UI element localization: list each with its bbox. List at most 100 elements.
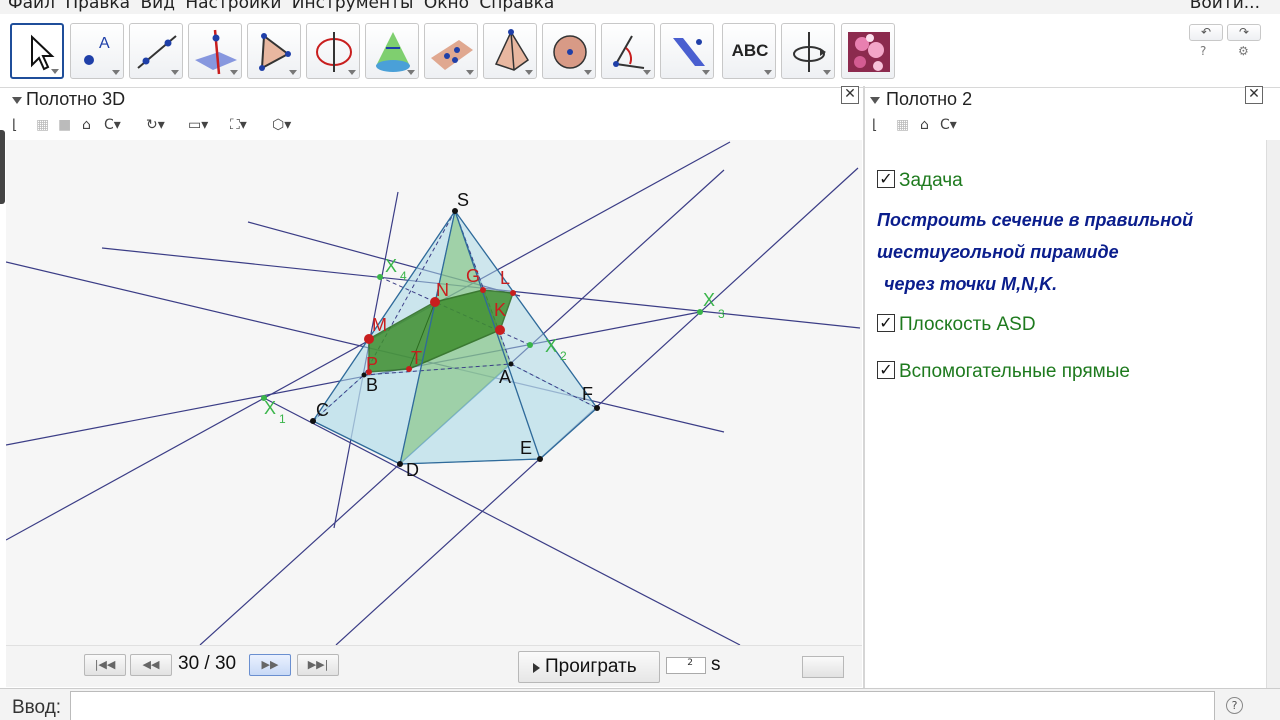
circle-axis-tool-button[interactable] (306, 23, 360, 79)
point-l (510, 290, 516, 296)
menu-tools[interactable]: Инструменты (292, 0, 414, 13)
play-button[interactable]: Проиграть (518, 651, 660, 683)
tool-menu-arrow (643, 70, 651, 75)
aux-lines-checkbox-label: Вспомогательные прямые (899, 361, 1130, 382)
menu-help[interactable]: Справка (479, 0, 554, 13)
input-field[interactable] (70, 691, 1215, 720)
pyramid-tool-button[interactable] (483, 23, 537, 79)
collapse-view2-icon[interactable] (870, 97, 880, 104)
geogebra-window: Файл Правка Вид Настройки Инструменты Ок… (0, 0, 1280, 720)
construction-table-button[interactable] (802, 656, 844, 678)
label-t: T (411, 348, 422, 368)
label-s: S (457, 190, 469, 210)
point-tool-button[interactable]: A (70, 23, 124, 79)
frame-counter: 30 / 30 (178, 653, 237, 674)
home-icon[interactable]: ⌂ (82, 117, 91, 133)
line-tool-button[interactable] (129, 23, 183, 79)
help-small-icon[interactable]: ? (1200, 44, 1206, 58)
close-view2-button[interactable]: ✕ (1245, 86, 1263, 104)
angle-tool-button[interactable] (601, 23, 655, 79)
label-e: E (520, 438, 532, 458)
redo-button[interactable]: ↷ (1227, 24, 1261, 41)
point-capture-icon[interactable]: C▾ (940, 117, 957, 133)
label-n: N (436, 280, 449, 300)
input-help-icon[interactable]: ? (1226, 697, 1243, 714)
view2-scrollbar[interactable] (1266, 140, 1280, 688)
image-tool-button[interactable] (841, 23, 895, 79)
tool-menu-arrow (407, 70, 415, 75)
tool-menu-arrow (348, 70, 356, 75)
menu-edit[interactable]: Правка (65, 0, 130, 13)
menu-view[interactable]: Вид (140, 0, 174, 13)
view3d-title: Полотно 3D (26, 89, 126, 109)
label-x2: X (545, 336, 557, 356)
view-direction-icon[interactable]: ▭▾ (188, 117, 208, 133)
view2-canvas[interactable]: ✓ Задача Построить сечение в правильной … (865, 140, 1265, 688)
home-icon[interactable]: ⌂ (920, 117, 929, 133)
task-text-line-2: шестиугольной пирамиде (877, 242, 1119, 262)
first-frame-button[interactable]: |◀◀ (84, 654, 126, 676)
intersect-surfaces-tool-button[interactable] (365, 23, 419, 79)
plane-toggle-icon[interactable]: ■ (58, 117, 71, 133)
tool-menu-arrow (51, 69, 59, 74)
menu-items: Файл Правка Вид Настройки Инструменты Ок… (8, 0, 559, 13)
point-capture-icon[interactable]: C▾ (104, 117, 121, 133)
animation-bar: |◀◀ ◀◀ 30 / 30 ▶▶ ▶▶| Проиграть 2 s (6, 645, 862, 687)
next-frame-button[interactable]: ▶▶ (249, 654, 291, 676)
rotate-view-tool-button[interactable] (781, 23, 835, 79)
menu-window[interactable]: Окно (424, 0, 469, 13)
prev-frame-button[interactable]: ◀◀ (130, 654, 172, 676)
label-x1: X (264, 398, 276, 418)
sphere-tool-button[interactable] (542, 23, 596, 79)
axes-toggle-icon[interactable]: ⌊ (12, 117, 17, 133)
point-x4 (377, 274, 383, 280)
move-tool-button[interactable] (10, 23, 64, 79)
input-label: Ввод: (12, 697, 62, 718)
label-k: K (494, 300, 506, 320)
tool-menu-arrow (525, 70, 533, 75)
point-k (495, 325, 505, 335)
plane-tool-button[interactable] (424, 23, 478, 79)
collapse-view3d-icon[interactable] (12, 97, 22, 104)
grid-toggle-icon[interactable]: ▦ (36, 117, 49, 133)
view3d-header: Полотно 3D (6, 88, 862, 112)
clipping-icon[interactable]: ⛶▾ (230, 117, 247, 133)
task-text-line-1: Построить сечение в правильной (877, 210, 1194, 230)
reflect-tool-button[interactable] (660, 23, 714, 79)
tool-menu-arrow (466, 70, 474, 75)
view2-header: Полотно 2 (866, 88, 1266, 112)
menu-settings[interactable]: Настройки (185, 0, 281, 13)
label-g: G (466, 266, 480, 286)
task-checkbox[interactable]: ✓ (877, 170, 895, 188)
polygon-tool-button[interactable] (247, 23, 301, 79)
tool-menu-arrow (289, 70, 297, 75)
last-frame-button[interactable]: ▶▶| (297, 654, 339, 676)
menu-file[interactable]: Файл (8, 0, 55, 13)
point-a (508, 361, 514, 367)
perpendicular-line-tool-button[interactable] (188, 23, 242, 79)
text-tool-button[interactable]: ABC (722, 23, 776, 79)
view2-title: Полотно 2 (886, 89, 973, 109)
sidebar-toggle-tab[interactable] (0, 130, 5, 204)
text-icon: ABC (731, 41, 769, 60)
projection-icon[interactable]: ⬡▾ (272, 117, 291, 133)
view3d-canvas[interactable]: S X 4 N G L K M P T B A X 2 X 3 C F X 1 (6, 140, 862, 645)
close-view3d-button[interactable]: ✕ (841, 86, 859, 104)
label-b: B (366, 375, 378, 395)
rotate-icon[interactable]: ↻▾ (146, 117, 165, 133)
undo-button[interactable]: ↶ (1189, 24, 1223, 41)
gear-icon[interactable]: ⚙ (1238, 44, 1249, 58)
view2-stylebar: ⌊ ▦ ⌂ C▾ (866, 114, 1266, 140)
aux-lines-checkbox[interactable]: ✓ (877, 361, 895, 379)
point-g (480, 287, 486, 293)
sign-in-link[interactable]: Войти... (1190, 0, 1260, 13)
tool-menu-arrow (764, 70, 772, 75)
label-x2-sub: 2 (560, 349, 567, 363)
flower-image-icon (848, 32, 890, 72)
point-m (364, 334, 374, 344)
axes-toggle-icon[interactable]: ⌊ (872, 117, 877, 133)
plane-asd-checkbox[interactable]: ✓ (877, 314, 895, 332)
grid-toggle-icon[interactable]: ▦ (896, 117, 909, 133)
view3d-drawing: S X 4 N G L K M P T B A X 2 X 3 C F X 1 (6, 141, 861, 645)
speed-input[interactable]: 2 (666, 657, 706, 674)
